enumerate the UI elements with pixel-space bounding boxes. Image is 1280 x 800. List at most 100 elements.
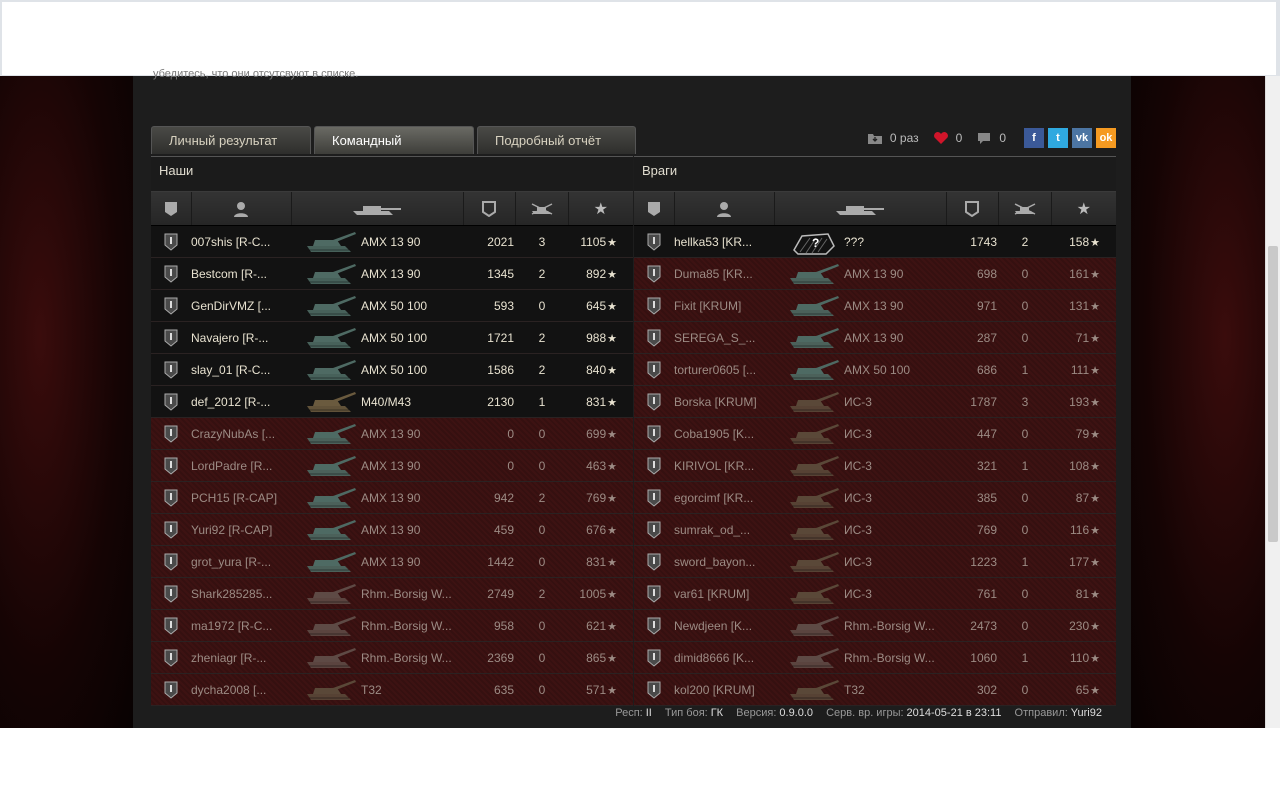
- player-name[interactable]: GenDirVMZ [...: [191, 299, 291, 313]
- player-row[interactable]: kol200 [KRUM] T32 302 0 65★: [634, 674, 1116, 706]
- player-name[interactable]: Bestcom [R-...: [191, 267, 291, 281]
- player-name[interactable]: Borska [KRUM]: [674, 395, 774, 409]
- experience-column-icon[interactable]: ★: [569, 192, 633, 225]
- player-row[interactable]: LordPadre [R... AMX 13 90 0 0 463★: [151, 450, 633, 482]
- player-row[interactable]: Newdjeen [K... Rhm.-Borsig W... 2473 0 230★: [634, 610, 1116, 642]
- player-name[interactable]: Duma85 [KR...: [674, 267, 774, 281]
- player-row[interactable]: CrazyNubAs [... AMX 13 90 0 0 699★: [151, 418, 633, 450]
- damage-column-icon[interactable]: [947, 192, 1000, 225]
- folder-download-icon[interactable]: [867, 131, 883, 145]
- player-name[interactable]: grot_yura [R-...: [191, 555, 291, 569]
- tank-name: AMX 13 90: [844, 266, 904, 281]
- player-column-icon[interactable]: [192, 192, 292, 225]
- player-name[interactable]: def_2012 [R-...: [191, 395, 291, 409]
- tab-team-result[interactable]: Командный результат: [314, 126, 474, 176]
- player-name[interactable]: Newdjeen [K...: [674, 619, 774, 633]
- player-name[interactable]: PCH15 [R-CAP]: [191, 491, 291, 505]
- player-column-icon[interactable]: [675, 192, 775, 225]
- experience-cell: 645★: [568, 299, 633, 313]
- player-row[interactable]: Duma85 [KR... AMX 13 90 698 0 161★: [634, 258, 1116, 290]
- player-row[interactable]: torturer0605 [... AMX 50 100 686 1 111★: [634, 354, 1116, 386]
- player-row[interactable]: sumrak_od_... ИС-3 769 0 116★: [634, 514, 1116, 546]
- player-row[interactable]: dycha2008 [... T32 635 0 571★: [151, 674, 633, 706]
- player-name[interactable]: torturer0605 [...: [674, 363, 774, 377]
- player-row[interactable]: grot_yura [R-... AMX 13 90 1442 0 831★: [151, 546, 633, 578]
- damage-value: 2369: [487, 650, 514, 665]
- player-row[interactable]: GenDirVMZ [... AMX 50 100 593 0 645★: [151, 290, 633, 322]
- tank-column-icon[interactable]: [775, 192, 947, 225]
- experience-value: 87: [1075, 490, 1090, 505]
- player-row[interactable]: slay_01 [R-C... AMX 50 100 1586 2 840★: [151, 354, 633, 386]
- player-row[interactable]: PCH15 [R-CAP] AMX 13 90 942 2 769★: [151, 482, 633, 514]
- player-row[interactable]: var61 [KRUM] ИС-3 761 0 81★: [634, 578, 1116, 610]
- player-name[interactable]: 007shis [R-C...: [191, 235, 291, 249]
- scrollbar-thumb[interactable]: [1268, 246, 1278, 542]
- player-name[interactable]: Yuri92 [R-CAP]: [191, 523, 291, 537]
- kills-column-icon[interactable]: [516, 192, 569, 225]
- experience-cell: 840★: [568, 363, 633, 377]
- player-name[interactable]: sword_bayon...: [674, 555, 774, 569]
- rank-badge-icon: [634, 553, 674, 571]
- player-row[interactable]: Navajero [R-... AMX 50 100 1721 2 988★: [151, 322, 633, 354]
- experience-cell: 71★: [1051, 331, 1116, 345]
- tank-column-icon[interactable]: [292, 192, 464, 225]
- player-row[interactable]: Yuri92 [R-CAP] AMX 13 90 459 0 676★: [151, 514, 633, 546]
- heart-icon[interactable]: [933, 131, 949, 145]
- experience-column-icon[interactable]: ★: [1052, 192, 1116, 225]
- player-row[interactable]: Bestcom [R-... AMX 13 90 1345 2 892★: [151, 258, 633, 290]
- player-row[interactable]: zheniagr [R-... Rhm.-Borsig W... 2369 0 865★: [151, 642, 633, 674]
- rank-column-icon[interactable]: [634, 192, 675, 225]
- player-row[interactable]: 007shis [R-C... AMX 13 90 2021 3 1105★: [151, 226, 633, 258]
- player-name[interactable]: CrazyNubAs [...: [191, 427, 291, 441]
- tab-personal-result[interactable]: Личный результат: [151, 126, 311, 154]
- page-scrollbar[interactable]: [1265, 76, 1280, 728]
- kills-value: 1: [1021, 554, 1029, 569]
- player-name[interactable]: ma1972 [R-C...: [191, 619, 291, 633]
- player-name[interactable]: slay_01 [R-C...: [191, 363, 291, 377]
- player-row[interactable]: hellka53 [KR...???? 1743 2 158★: [634, 226, 1116, 258]
- player-row[interactable]: egorcimf [KR... ИС-3 385 0 87★: [634, 482, 1116, 514]
- player-row[interactable]: def_2012 [R-... M40/M43 2130 1 831★: [151, 386, 633, 418]
- tab-detailed-report[interactable]: Подробный отчёт: [477, 126, 636, 154]
- player-name[interactable]: zheniagr [R-...: [191, 651, 291, 665]
- player-name[interactable]: kol200 [KRUM]: [674, 683, 774, 697]
- player-row[interactable]: dimid8666 [K... Rhm.-Borsig W... 1060 1 110★: [634, 642, 1116, 674]
- player-name[interactable]: SEREGA_S_...: [674, 331, 774, 345]
- tank-name: AMX 13 90: [361, 234, 421, 249]
- rank-badge-icon: [634, 329, 674, 347]
- kills-column-icon[interactable]: [999, 192, 1052, 225]
- player-row[interactable]: Coba1905 [K... ИС-3 447 0 79★: [634, 418, 1116, 450]
- player-name[interactable]: dimid8666 [K...: [674, 651, 774, 665]
- player-name[interactable]: LordPadre [R...: [191, 459, 291, 473]
- odnoklassniki-share-icon[interactable]: ok: [1096, 128, 1116, 148]
- player-row[interactable]: Borska [KRUM] ИС-3 1787 3 193★: [634, 386, 1116, 418]
- player-name[interactable]: Shark285285...: [191, 587, 291, 601]
- tank-name: ИС-3: [844, 394, 872, 409]
- star-icon: ★: [607, 332, 617, 345]
- player-name[interactable]: egorcimf [KR...: [674, 491, 774, 505]
- star-icon: ★: [1090, 684, 1100, 697]
- player-name[interactable]: Fixit [KRUM]: [674, 299, 774, 313]
- player-name[interactable]: var61 [KRUM]: [674, 587, 774, 601]
- twitter-share-icon[interactable]: t: [1048, 128, 1068, 148]
- vk-share-icon[interactable]: vk: [1072, 128, 1092, 148]
- player-row[interactable]: sword_bayon... ИС-3 1223 1 177★: [634, 546, 1116, 578]
- player-name[interactable]: KIRIVOL [KR...: [674, 459, 774, 473]
- sender-value[interactable]: Yuri92: [1071, 707, 1102, 719]
- facebook-share-icon[interactable]: f: [1024, 128, 1044, 148]
- player-row[interactable]: SEREGA_S_... AMX 13 90 287 0 71★: [634, 322, 1116, 354]
- star-icon: ★: [1090, 236, 1100, 249]
- star-icon: ★: [607, 300, 617, 313]
- player-row[interactable]: KIRIVOL [KR... ИС-3 321 1 108★: [634, 450, 1116, 482]
- player-row[interactable]: Fixit [KRUM] AMX 13 90 971 0 131★: [634, 290, 1116, 322]
- damage-column-icon[interactable]: [464, 192, 517, 225]
- player-row[interactable]: Shark285285... Rhm.-Borsig W... 2749 2 1005★: [151, 578, 633, 610]
- player-name[interactable]: sumrak_od_...: [674, 523, 774, 537]
- comment-icon[interactable]: [976, 131, 992, 145]
- player-name[interactable]: dycha2008 [...: [191, 683, 291, 697]
- player-name[interactable]: Navajero [R-...: [191, 331, 291, 345]
- player-name[interactable]: Coba1905 [K...: [674, 427, 774, 441]
- rank-column-icon[interactable]: [151, 192, 192, 225]
- player-name[interactable]: hellka53 [KR...: [674, 235, 774, 249]
- player-row[interactable]: ma1972 [R-C... Rhm.-Borsig W... 958 0 621★: [151, 610, 633, 642]
